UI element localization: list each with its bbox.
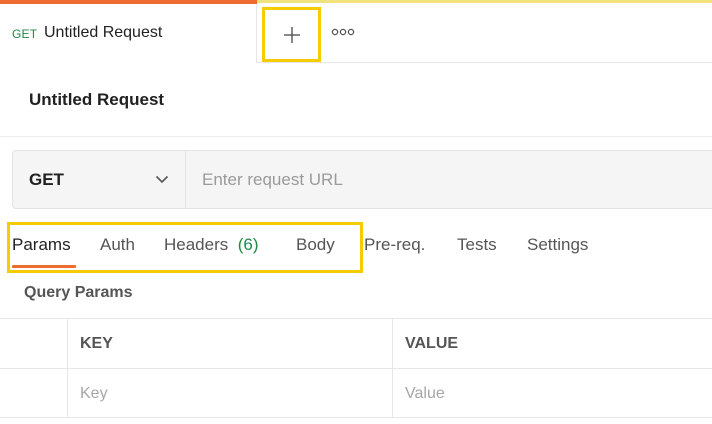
checkbox-column-header: [0, 319, 68, 368]
tab-headers-label: Headers: [164, 235, 229, 254]
new-tab-button[interactable]: [262, 7, 321, 62]
headers-count-badge: (6): [237, 235, 259, 254]
value-cell: [393, 369, 712, 418]
chevron-down-icon: [155, 175, 169, 184]
param-key-input[interactable]: [80, 384, 392, 403]
tab-params[interactable]: Params: [12, 235, 71, 255]
query-params-table: KEY VALUE: [0, 318, 712, 424]
row-checkbox-cell: [0, 369, 68, 418]
tab-auth[interactable]: Auth: [100, 235, 135, 255]
tab-headers[interactable]: Headers (6): [164, 235, 259, 255]
method-select[interactable]: GET: [13, 151, 186, 208]
key-cell: [68, 369, 393, 418]
more-horizontal-icon: [331, 28, 355, 36]
method-value: GET: [29, 170, 64, 189]
plus-icon: [283, 26, 300, 43]
active-tab-indicator: [0, 0, 257, 4]
tab-tests[interactable]: Tests: [457, 235, 497, 255]
table-header-row: KEY VALUE: [0, 318, 712, 368]
tab-body[interactable]: Body: [296, 235, 335, 255]
value-column-header: VALUE: [405, 334, 459, 352]
more-tabs-button[interactable]: [330, 24, 356, 40]
tab-pre-request[interactable]: Pre-req.: [364, 235, 425, 255]
url-bar: GET: [12, 150, 712, 209]
request-workspace: GET Untitled Request Untitled Request GE…: [0, 0, 712, 424]
request-tabs: Params Auth Headers (6) Body Pre-req. Te…: [0, 222, 712, 273]
active-tab-underline: [12, 265, 76, 268]
request-tab-method: GET: [12, 27, 38, 41]
key-column-header: KEY: [68, 319, 393, 368]
tab-strip: GET Untitled Request: [0, 0, 712, 63]
request-tab-title: Untitled Request: [44, 24, 163, 41]
tab-settings[interactable]: Settings: [527, 235, 588, 255]
param-value-input[interactable]: [405, 384, 712, 403]
query-params-title: Query Params: [24, 284, 133, 301]
table-row: [0, 368, 712, 418]
request-header: Untitled Request: [0, 63, 712, 137]
request-name[interactable]: Untitled Request: [29, 90, 164, 110]
tab-strip-accent-line: [256, 0, 712, 3]
url-input[interactable]: [187, 151, 707, 208]
request-tab[interactable]: GET Untitled Request: [0, 0, 257, 63]
